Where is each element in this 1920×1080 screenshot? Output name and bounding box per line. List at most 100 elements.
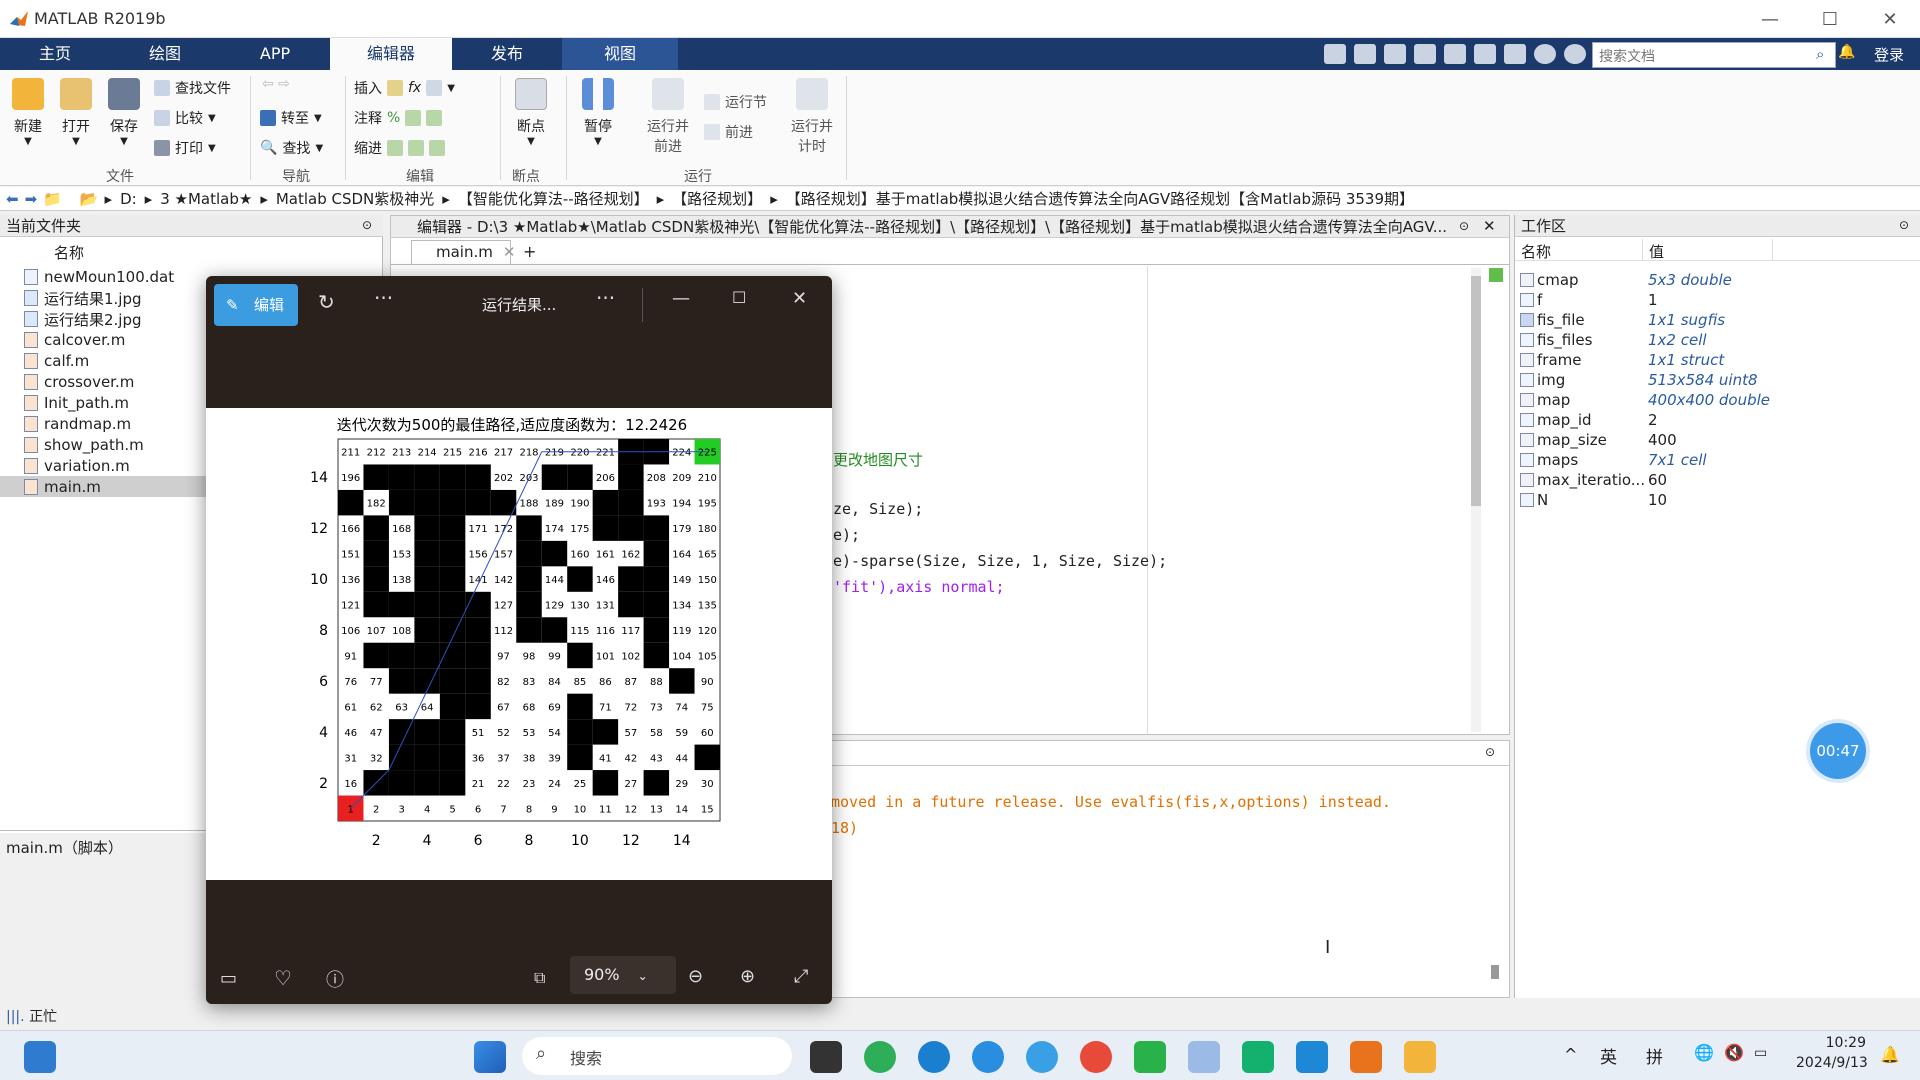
viewer-minimize-button[interactable]: — (672, 288, 690, 309)
pause-button[interactable]: 暂停 ▼ (572, 78, 624, 147)
redo-icon[interactable] (1474, 44, 1496, 64)
zoom-out-icon[interactable]: ⊖ (688, 966, 703, 987)
file-item[interactable]: 运行结果1.jpg (24, 288, 142, 308)
screenshot-icon[interactable]: ⧉ (534, 968, 545, 988)
clock-date[interactable]: 2024/9/13 (1796, 1055, 1868, 1071)
help-icon[interactable] (1534, 44, 1556, 64)
rotate-icon[interactable]: ↻ (318, 290, 335, 314)
run-time-button[interactable]: 运行并 计时 (784, 78, 840, 156)
workspace-row[interactable]: fis_files 1x2 cell (1515, 331, 1920, 351)
file-item[interactable]: show_path.m (24, 435, 144, 455)
minimize-button[interactable]: — (1740, 0, 1800, 38)
ws-col-name[interactable]: 名称 (1521, 241, 1551, 262)
code-line[interactable]: e); (833, 526, 860, 544)
close-window-button[interactable]: ✕ (1860, 0, 1920, 38)
battery-icon[interactable]: ▭ (1754, 1045, 1767, 1061)
info-icon[interactable]: ⓘ (326, 966, 344, 992)
matlab-taskbar-icon[interactable] (1350, 1041, 1382, 1073)
copy-icon[interactable] (1384, 44, 1406, 64)
workspace-row[interactable]: N 10 (1515, 491, 1920, 511)
crumb-4[interactable]: 【路径规划】 (672, 188, 762, 209)
editor-close-icon[interactable]: ✕ (1483, 217, 1496, 235)
workspace-row[interactable]: fis_file 1x1 sugfis (1515, 311, 1920, 331)
compare-button[interactable]: 比较 ▼ (154, 108, 216, 128)
tab-view[interactable]: 视图 (562, 38, 678, 70)
widgets-icon[interactable] (24, 1041, 56, 1073)
file-item[interactable]: variation.m (24, 456, 130, 476)
editor-menu-icon[interactable]: ⊙ (1459, 219, 1469, 233)
notification-icon[interactable]: 🔔 (1880, 1045, 1900, 1064)
panel-menu-icon[interactable]: ⊙ (362, 218, 372, 232)
more-options-icon[interactable]: ··· (374, 286, 393, 310)
favorite-heart-icon[interactable]: ♡ (274, 966, 292, 990)
comment-button[interactable]: 注释% (354, 108, 443, 128)
viewer-close-button[interactable]: ✕ (792, 288, 807, 309)
undo-icon[interactable] (1444, 44, 1466, 64)
start-menu-icon[interactable] (474, 1041, 506, 1073)
code-line[interactable]: e)-sparse(Size, Size, 1, Size, Size); (833, 552, 1167, 570)
login-link[interactable]: 登录 (1874, 44, 1904, 65)
network-icon[interactable]: 🌐 (1694, 1043, 1714, 1062)
code-line[interactable]: ze, Size); (833, 500, 923, 518)
workspace-row[interactable]: map_id 2 (1515, 411, 1920, 431)
task-view-icon[interactable] (810, 1041, 842, 1073)
volume-icon[interactable]: 🔇 (1724, 1043, 1744, 1062)
search-icon[interactable]: ⌕ (1816, 45, 1824, 63)
wechat-icon[interactable] (1134, 1041, 1166, 1073)
recording-timer[interactable]: 00:47 (1810, 723, 1866, 779)
file-item[interactable]: calf.m (24, 351, 89, 371)
crumb-drive[interactable]: D: (120, 190, 137, 208)
file-item[interactable]: crossover.m (24, 372, 134, 392)
forward-arrow-icon[interactable]: ➡ (25, 190, 38, 208)
snipping-icon[interactable] (1188, 1041, 1220, 1073)
browse-folder-icon[interactable]: 📂 (80, 190, 99, 208)
edge-icon[interactable] (918, 1041, 950, 1073)
save-button[interactable]: 保存 ▼ (98, 78, 150, 147)
ime-language[interactable]: 英 (1600, 1043, 1617, 1068)
mail-icon[interactable] (1242, 1041, 1274, 1073)
column-name-header[interactable]: 名称 (54, 242, 84, 263)
workspace-menu-icon[interactable]: ⊙ (1899, 218, 1909, 232)
photos-icon[interactable] (1296, 1041, 1328, 1073)
print-button[interactable]: 打印 ▼ (154, 138, 216, 158)
advance-button[interactable]: 前进 (704, 122, 753, 142)
switch-windows-icon[interactable] (1504, 44, 1526, 64)
workspace-row[interactable]: maps 7x1 cell (1515, 451, 1920, 471)
notification-bell-icon[interactable]: 🔔 (1838, 44, 1855, 62)
ws-col-value[interactable]: 值 (1649, 241, 1664, 262)
ime-mode[interactable]: 拼 (1646, 1043, 1663, 1068)
app-icon[interactable] (864, 1041, 896, 1073)
maximize-button[interactable]: ☐ (1800, 0, 1860, 38)
workspace-row[interactable]: map_size 400 (1515, 431, 1920, 451)
code-analyzer-indicator[interactable] (1489, 268, 1503, 282)
community-icon[interactable] (1564, 44, 1586, 64)
tab-apps[interactable]: APP (220, 38, 330, 70)
workspace-row[interactable]: img 513x584 uint8 (1515, 371, 1920, 391)
crumb-5[interactable]: 【路径规划】基于matlab模拟退火结合遗传算法全向AGV路径规划【含Matla… (786, 188, 1414, 209)
save-quick-icon[interactable] (1324, 44, 1346, 64)
taskbar-search[interactable]: ⌕ 搜索 (522, 1037, 792, 1075)
crumb-2[interactable]: Matlab CSDN紫极神光 (276, 188, 434, 209)
viewer-maximize-button[interactable]: ☐ (732, 288, 746, 307)
workspace-row[interactable]: max_iteratio... 60 (1515, 471, 1920, 491)
new-button[interactable]: 新建 ▼ (2, 78, 54, 147)
run-advance-button[interactable]: 运行并 前进 (640, 78, 696, 156)
add-tab-icon[interactable]: + (523, 242, 536, 261)
up-folder-icon[interactable]: 📁 (43, 190, 62, 208)
address-bar[interactable]: ⬅ ➡ 📁 📂 ▸ D: ▸ 3 ★Matlab★ ▸ Matlab CSDN紫… (0, 187, 1920, 211)
paste-icon[interactable] (1414, 44, 1436, 64)
find-files-button[interactable]: 查找文件 (154, 78, 231, 98)
find-button[interactable]: 🔍 查找 ▼ (260, 138, 323, 158)
tab-publish[interactable]: 发布 (452, 38, 562, 70)
back-forward-icons[interactable]: ⇦ ⇨ (262, 76, 290, 92)
command-menu-icon[interactable]: ⊙ (1485, 745, 1495, 759)
back-arrow-icon[interactable]: ⬅ (6, 190, 19, 208)
file-item[interactable]: newMoun100.dat (24, 267, 174, 287)
crumb-3[interactable]: 【智能优化算法--路径规划】 (458, 188, 649, 209)
open-button[interactable]: 打开 ▼ (50, 78, 102, 147)
file-item[interactable]: Init_path.m (24, 393, 129, 413)
filmstrip-icon[interactable]: ▭ (220, 968, 237, 989)
zoom-in-icon[interactable]: ⊕ (740, 966, 755, 987)
fullscreen-icon[interactable]: ⤢ (794, 966, 808, 987)
tab-plots[interactable]: 绘图 (110, 38, 220, 70)
